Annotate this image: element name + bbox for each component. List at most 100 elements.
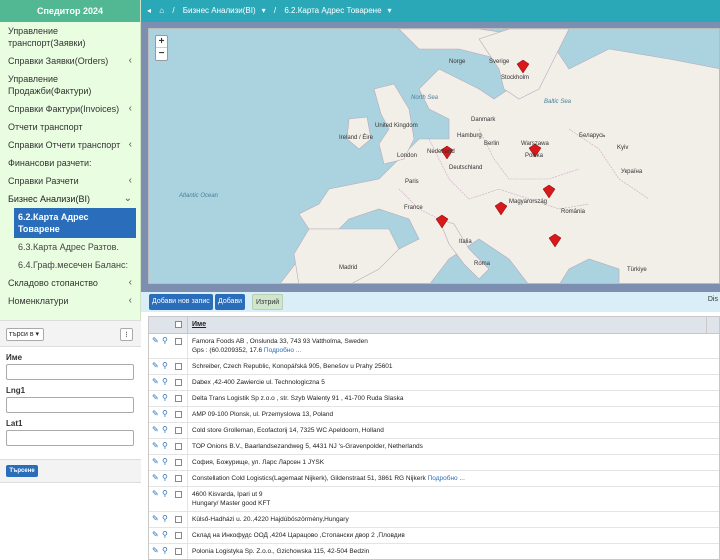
magnifier-icon[interactable]: ⚲ [162,458,170,466]
magnifier-icon[interactable]: ⚲ [162,490,170,498]
table-row[interactable]: ✎ ⚲ Dabex ,42-400 Zawiercie ul. Technologi… [149,375,719,391]
column-divider [187,528,188,543]
breadcrumb-bi[interactable]: Бизнес Анализи(BI) [183,6,256,15]
magnifier-icon[interactable]: ⚲ [162,547,170,555]
sidebar-item-transport-report-queries[interactable]: Справки Отчети транспорт ‹ [0,136,140,154]
magnifier-icon[interactable]: ⚲ [162,362,170,370]
grid-body: ✎ ⚲ Famora Foods AB , Onslunda 33, 743 93 … [149,334,719,559]
table-row[interactable]: ✎ ⚲ Famora Foods AB , Onslunda 33, 743 93 … [149,334,719,359]
add-button[interactable]: Добави [215,294,246,310]
row-checkbox[interactable] [175,475,182,482]
magnifier-icon[interactable]: ⚲ [162,410,170,418]
edit-icon[interactable]: ✎ [152,442,160,450]
toggle-icon[interactable]: ⁝ [120,328,133,341]
map-view[interactable]: + − Stockholm Danmark Hamburg Berlin Ned… [148,28,720,284]
sidebar-subitem-loading-map[interactable]: 6.2.Карта Адрес Товарене [14,208,136,238]
sidebar-item-sales[interactable]: Управление Продажби(Фактури) [0,70,140,100]
row-checkbox[interactable] [175,516,182,523]
table-row[interactable]: ✎ ⚲ Склад на Инкофудс ООД ,4204 Царацово ,… [149,528,719,544]
edit-icon[interactable]: ✎ [152,474,160,482]
column-divider [187,471,188,486]
sidebar-item-label: Справки Фактури(Invoices) [8,104,120,114]
table-row[interactable]: ✎ ⚲ Constellation Cold Logistics(Lagemaat … [149,471,719,487]
edit-icon[interactable]: ✎ [152,378,160,386]
row-checkbox[interactable] [175,379,182,386]
magnifier-icon[interactable]: ⚲ [162,474,170,482]
magnifier-icon[interactable]: ⚲ [162,394,170,402]
collapse-icon[interactable]: ◂ [147,6,151,15]
table-row[interactable]: ✎ ⚲ Cold store Grolleman, Ecofactorij 14, … [149,423,719,439]
table-row[interactable]: ✎ ⚲ AMP 09-100 Plonsk, ul. Przemyslowa 13,… [149,407,719,423]
edit-icon[interactable]: ✎ [152,515,160,523]
sidebar-item-settlements[interactable]: Справки Разчети ‹ [0,172,140,190]
sidebar-item-financial[interactable]: Финансови разчети: [0,154,140,172]
table-row[interactable]: ✎ ⚲ София, Божурище, ул. Ларс Ларсен 1 JYS… [149,455,719,471]
row-checkbox[interactable] [175,427,182,434]
edit-icon[interactable]: ✎ [152,458,160,466]
sidebar-item-transport-orders[interactable]: Управление транспорт(Заявки) [0,22,140,52]
zoom-out-button[interactable]: − [156,48,167,60]
row-text: TOP Onions B.V., Baarlandsezandweg 5, 44… [192,443,423,450]
details-link[interactable]: Подробно ... [428,475,465,482]
sidebar-item-bi[interactable]: Бизнес Анализи(BI) ⌄ [0,190,140,208]
chevron-left-icon: ‹ [128,175,132,186]
sidebar-item-invoices-reports[interactable]: Справки Фактури(Invoices) ‹ [0,100,140,118]
sidebar-subitem-monthly-balance[interactable]: 6.4.Граф.месечен Баланс: [0,256,140,274]
search-field-select[interactable]: търси в ▾ [6,328,44,341]
lat-field[interactable] [6,430,134,446]
magnifier-icon[interactable]: ⚲ [162,531,170,539]
edit-icon[interactable]: ✎ [152,426,160,434]
row-checkbox[interactable] [175,363,182,370]
row-checkbox[interactable] [175,395,182,402]
app-brand[interactable]: Спедитор 2024 [0,0,140,22]
name-field[interactable] [6,364,134,380]
magnifier-icon[interactable]: ⚲ [162,515,170,523]
add-new-record-button[interactable]: Добави нов запис [149,294,213,310]
row-text: Delta Trans Logistik Sp z.o.o , str. Szy… [192,395,404,402]
sidebar-item-nomenclatures[interactable]: Номенклатури ‹ [0,292,140,310]
sidebar-item-transport-reports[interactable]: Отчети транспорт [0,118,140,136]
magnifier-icon[interactable]: ⚲ [162,426,170,434]
magnifier-icon[interactable]: ⚲ [162,378,170,386]
sidebar-item-warehouse[interactable]: Складово стопанство ‹ [0,274,140,292]
row-checkbox[interactable] [175,338,182,345]
row-checkbox[interactable] [175,532,182,539]
lng-field[interactable] [6,397,134,413]
grid-toolbar: Добави нов запис Добави Изтрий Dis [141,292,720,312]
table-row[interactable]: ✎ ⚲ Schreiber, Czech Republic, Konopářská … [149,359,719,375]
edit-icon[interactable]: ✎ [152,362,160,370]
column-header-name[interactable]: Име [192,321,206,328]
sidebar-item-label: Складово стопанство [8,278,98,288]
edit-icon[interactable]: ✎ [152,337,160,345]
table-row[interactable]: ✎ ⚲ 4600 Kisvarda, Ipari ut 9 Hungary/ Mast… [149,487,719,512]
table-row[interactable]: ✎ ⚲ Delta Trans Logistik Sp z.o.o , str. S… [149,391,719,407]
table-row[interactable]: ✎ ⚲ Külső-Hadházi u. 20.,4220 Hajdúböszörm… [149,512,719,528]
search-button[interactable]: Търсене [6,465,38,477]
edit-icon[interactable]: ✎ [152,394,160,402]
row-checkbox[interactable] [175,459,182,466]
row-checkbox[interactable] [175,491,182,498]
home-icon[interactable]: ⌂ [159,6,164,15]
table-row[interactable]: ✎ ⚲ Polonia Logistyka Sp. Z.o.o., Gzichows… [149,544,719,559]
select-all-checkbox[interactable] [175,321,182,328]
magnifier-icon[interactable]: ⚲ [162,337,170,345]
sidebar-item-orders-reports[interactable]: Справки Заявки(Orders) ‹ [0,52,140,70]
details-link[interactable]: Подробно ... [264,347,301,354]
row-checkbox[interactable] [175,443,182,450]
zoom-in-button[interactable]: + [156,36,167,48]
city-label: Italia [459,239,472,245]
row-name: Dabex ,42-400 Zawiercie ul. Technologicz… [192,375,719,390]
edit-icon[interactable]: ✎ [152,547,160,555]
edit-icon[interactable]: ✎ [152,531,160,539]
breadcrumb-loading-map[interactable]: 6.2.Карта Адрес Товарене [284,6,381,15]
row-checkbox[interactable] [175,411,182,418]
sidebar-subitem-unloading-map[interactable]: 6.3.Карта Адрес Разтов. [0,238,140,256]
edit-icon[interactable]: ✎ [152,490,160,498]
delete-button[interactable]: Изтрий [252,294,284,310]
column-divider [187,455,188,470]
city-label: Warszawa [521,141,549,147]
row-checkbox[interactable] [175,548,182,555]
edit-icon[interactable]: ✎ [152,410,160,418]
table-row[interactable]: ✎ ⚲ TOP Onions B.V., Baarlandsezandweg 5, … [149,439,719,455]
magnifier-icon[interactable]: ⚲ [162,442,170,450]
